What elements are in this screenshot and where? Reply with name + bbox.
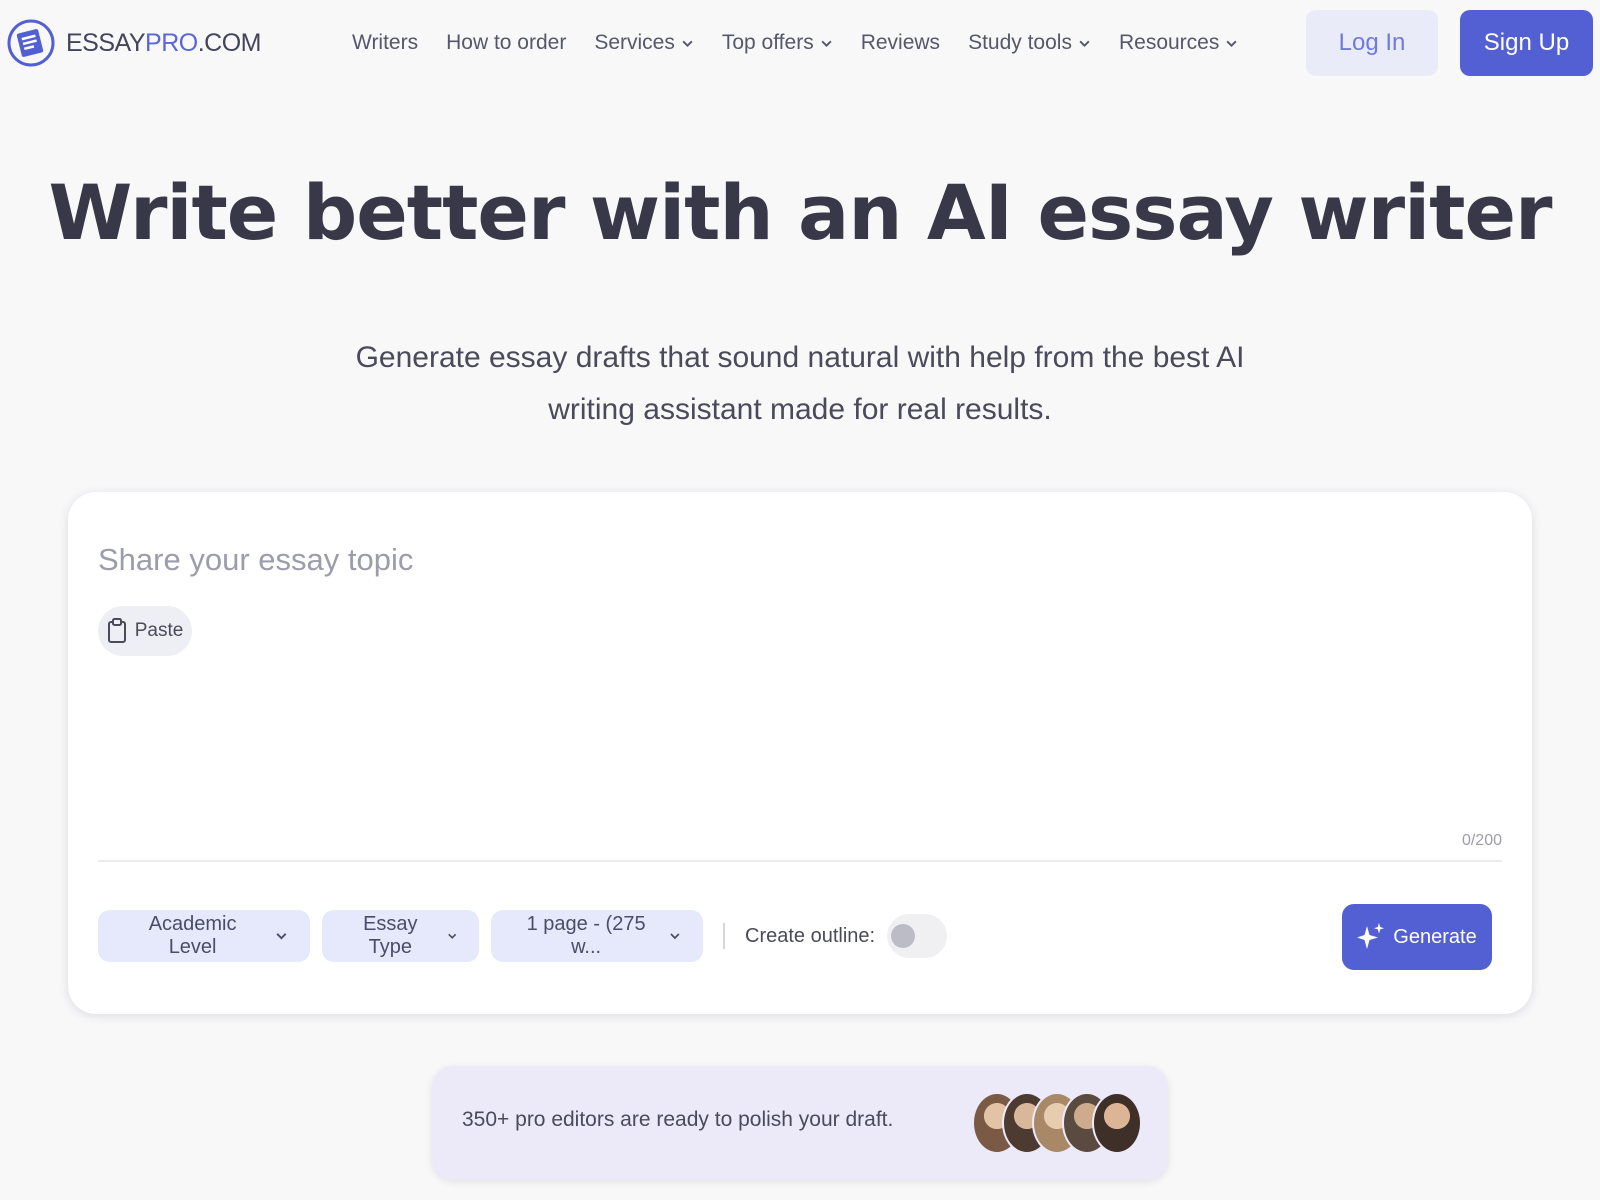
essay-topic-input[interactable]: Share your essay topic [98,542,413,578]
chevron-down-icon [1226,40,1237,47]
chevron-down-icon [670,933,680,940]
academic-level-select[interactable]: Academic Level [98,910,310,962]
essaypro-logo[interactable]: ESSAYPRO.COM [6,10,262,76]
generate-label: Generate [1393,925,1477,948]
options-separator [723,923,725,949]
essay-type-select[interactable]: Essay Type [322,910,479,962]
essay-editor-card: Share your essay topic Paste 0/200 Acade… [68,492,1532,1014]
chevron-down-icon [821,40,832,47]
editor-avatars [972,1092,1142,1154]
character-counter: 0/200 [1461,832,1502,849]
essay-type-label: Essay Type [363,913,418,958]
subtitle-line-1: Generate essay drafts that sound natural… [355,341,1245,374]
nav-writers[interactable]: Writers [352,31,418,55]
page-subtitle: Generate essay drafts that sound natural… [320,332,1280,436]
nav-services[interactable]: Services [594,31,694,55]
paste-label: Paste [134,620,184,641]
chevron-down-icon [1079,40,1090,47]
login-button[interactable]: Log In [1306,10,1438,76]
essay-options-bar: Academic Level Essay Type 1 page - (275 … [98,910,948,962]
pro-editors-banner[interactable]: 350+ pro editors are ready to polish you… [432,1066,1168,1180]
logo-icon [6,10,56,76]
create-outline-toggle[interactable] [887,914,948,958]
subtitle-line-2: writing assistant made for real results. [548,393,1052,426]
chevron-down-icon [447,933,456,939]
clipboard-icon [107,618,126,643]
generate-button[interactable]: Generate [1342,904,1492,970]
chevron-down-icon [276,933,287,940]
logo-wordmark: ESSAYPRO.COM [66,28,262,57]
essay-length-select[interactable]: 1 page - (275 w... [491,910,703,962]
banner-text: 350+ pro editors are ready to polish you… [462,1108,894,1131]
input-divider [98,860,1502,862]
nav-study-tools[interactable]: Study tools [968,31,1091,55]
nav-top-offers[interactable]: Top offers [722,31,833,55]
nav-resources[interactable]: Resources [1119,31,1238,55]
academic-level-label: Academic Level [148,913,237,958]
main-nav: Writers How to order Services Top offers… [352,28,1238,58]
chevron-down-icon [682,40,693,47]
toggle-knob [891,924,916,948]
sparkle-icon [1357,923,1385,949]
page-title: Write better with an AI essay writer [48,168,1552,257]
avatar [1092,1092,1142,1154]
nav-how-to-order[interactable]: How to order [446,31,566,55]
create-outline-label: Create outline: [745,924,876,947]
signup-button[interactable]: Sign Up [1460,10,1593,76]
paste-button[interactable]: Paste [98,606,192,656]
nav-reviews[interactable]: Reviews [861,31,940,55]
site-header: ESSAYPRO.COM Writers How to order Servic… [0,0,1600,88]
essay-length-label: 1 page - (275 w... [526,913,646,958]
